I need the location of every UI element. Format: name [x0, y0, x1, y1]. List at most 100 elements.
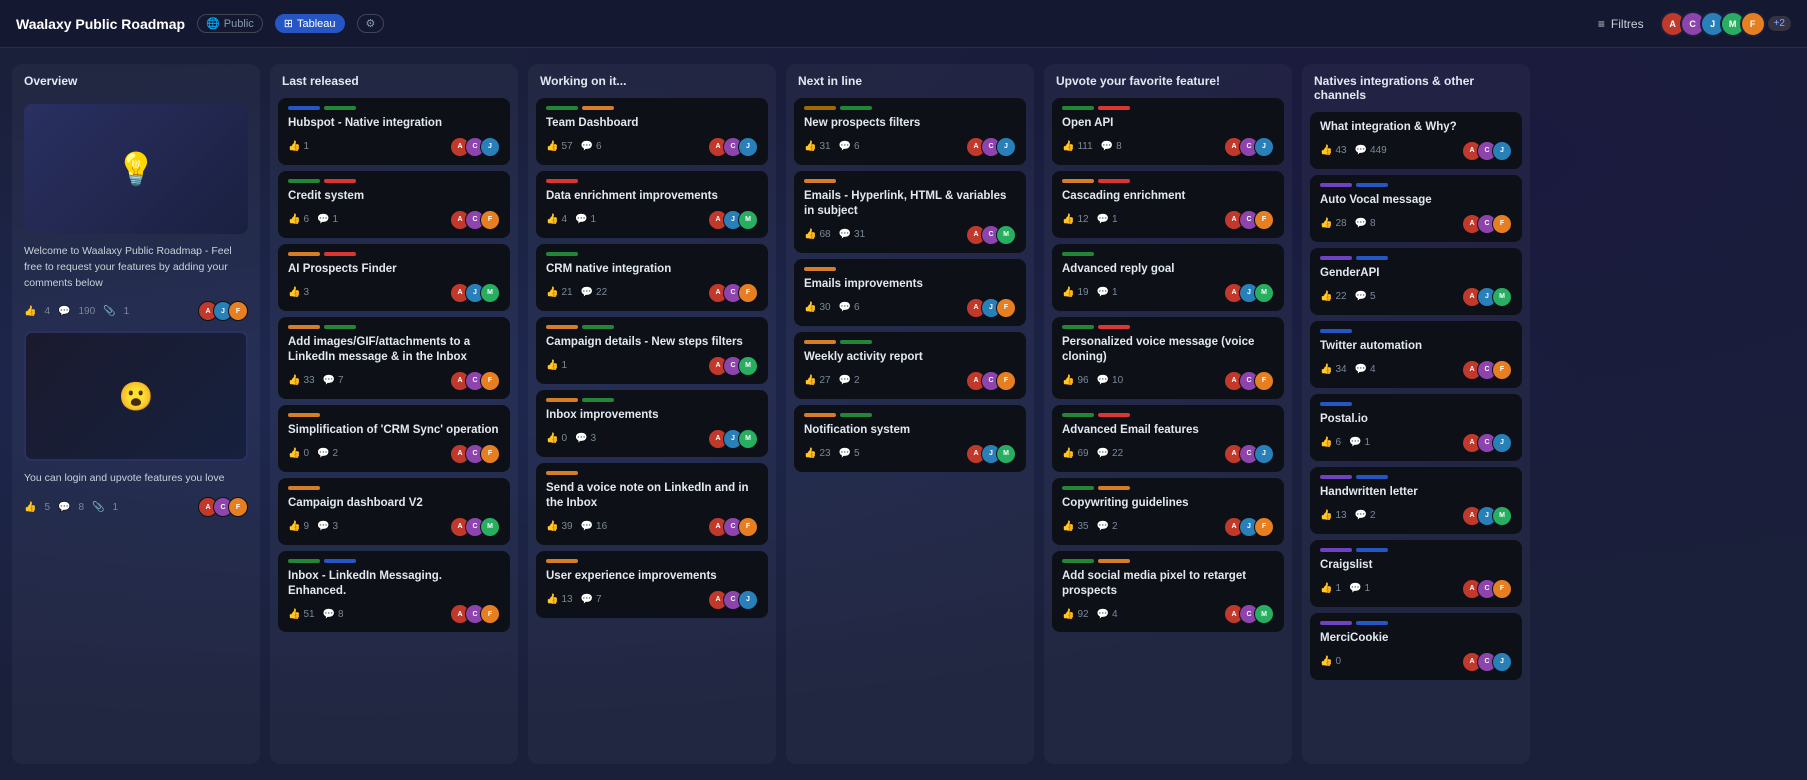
- card-avatar-2: J: [738, 137, 758, 157]
- view-tableau-badge[interactable]: ⊞ Tableau: [275, 14, 345, 33]
- card-footer: 👍68💬31ACM: [804, 225, 1016, 245]
- card-title: Copywriting guidelines: [1062, 496, 1274, 511]
- card-tags: [288, 559, 500, 563]
- card-0-3[interactable]: Add images/GIF/attachments to a LinkedIn…: [278, 317, 510, 399]
- card-1-1[interactable]: Data enrichment improvements👍4💬1AJM: [536, 171, 768, 238]
- card-0-6[interactable]: Inbox - LinkedIn Messaging. Enhanced.👍51…: [278, 551, 510, 633]
- comment-count: 💬8: [1355, 218, 1376, 229]
- view-public-badge[interactable]: 🌐 Public: [197, 14, 263, 33]
- card-2-1[interactable]: Emails - Hyperlink, HTML & variables in …: [794, 171, 1026, 253]
- comment-count: 💬5: [1355, 291, 1376, 302]
- card-0-0[interactable]: Hubspot - Native integration👍1ACJ: [278, 98, 510, 165]
- card-tags: [1062, 486, 1274, 490]
- tag-orange: [1098, 486, 1130, 490]
- card-avatar-2: F: [996, 371, 1016, 391]
- tag-orange: [546, 471, 578, 475]
- like-icon: 👍: [1062, 141, 1074, 152]
- card-footer: 👍111💬8ACJ: [1062, 137, 1274, 157]
- card-1-4[interactable]: Inbox improvements👍0💬3AJM: [536, 390, 768, 457]
- card-2-4[interactable]: Notification system👍23💬5AJM: [794, 405, 1026, 472]
- card-meta: 👍0💬3: [546, 433, 596, 444]
- card-tags: [546, 179, 758, 183]
- card-avatar-2: M: [1254, 604, 1274, 624]
- like-count: 👍4: [546, 214, 567, 225]
- card-2-3[interactable]: Weekly activity report👍27💬2ACF: [794, 332, 1026, 399]
- comment-icon: 💬: [1355, 218, 1367, 229]
- card-1-3[interactable]: Campaign details - New steps filters👍1AC…: [536, 317, 768, 384]
- like-count: 👍6: [1320, 437, 1341, 448]
- card-footer: 👍1ACM: [546, 356, 758, 376]
- card-title: What integration & Why?: [1320, 120, 1512, 135]
- card-0-2[interactable]: AI Prospects Finder👍3AJM: [278, 244, 510, 311]
- card-1-2[interactable]: CRM native integration👍21💬22ACF: [536, 244, 768, 311]
- like-count: 👍12: [1062, 214, 1089, 225]
- card-avatar-2: M: [738, 210, 758, 230]
- card-0-1[interactable]: Credit system👍6💬1ACF: [278, 171, 510, 238]
- card-3-1[interactable]: Cascading enrichment👍12💬1ACF: [1052, 171, 1284, 238]
- card-3-3[interactable]: Personalized voice message (voice clonin…: [1052, 317, 1284, 399]
- card-1-5[interactable]: Send a voice note on LinkedIn and in the…: [536, 463, 768, 545]
- tag-blue: [288, 106, 320, 110]
- card-footer: 👍35💬2AJF: [1062, 517, 1274, 537]
- card-3-0[interactable]: Open API👍111💬8ACJ: [1052, 98, 1284, 165]
- like-icon: 👍: [546, 141, 558, 152]
- like-icon: 👍: [1320, 437, 1332, 448]
- like-count: 👍111: [1062, 141, 1093, 152]
- card-3-4[interactable]: Advanced Email features👍69💬22ACJ: [1052, 405, 1284, 472]
- card-3-6[interactable]: Add social media pixel to retarget prosp…: [1052, 551, 1284, 633]
- like-count: 👍39: [546, 521, 573, 532]
- card-1-0[interactable]: Team Dashboard👍57💬6ACJ: [536, 98, 768, 165]
- card-avatars: ACM: [1224, 604, 1274, 624]
- like-count: 👍33: [288, 375, 315, 386]
- card-4-4[interactable]: Postal.io👍6💬1ACJ: [1310, 394, 1522, 461]
- card-title: Handwritten letter: [1320, 485, 1512, 500]
- card-avatar-2: F: [1254, 371, 1274, 391]
- card-0-5[interactable]: Campaign dashboard V2👍9💬3ACM: [278, 478, 510, 545]
- card-footer: 👍92💬4ACM: [1062, 604, 1274, 624]
- comment-icon: 💬: [1355, 291, 1367, 302]
- tag-purple: [1320, 548, 1352, 552]
- card-4-7[interactable]: MerciCookie👍0ACJ: [1310, 613, 1522, 680]
- card-avatars: ACF: [1462, 214, 1512, 234]
- card-2-2[interactable]: Emails improvements👍30💬6AJF: [794, 259, 1026, 326]
- card-meta: 👍0💬2: [288, 448, 338, 459]
- avatar-group-header: A C J M F +2: [1660, 11, 1791, 37]
- card-tags: [1062, 252, 1274, 256]
- card-avatar-2: M: [480, 283, 500, 303]
- tag-blue: [1356, 621, 1388, 625]
- card-avatars: AJM: [1462, 287, 1512, 307]
- comment-icon: 💬: [839, 141, 851, 152]
- card-avatar-2: M: [996, 444, 1016, 464]
- card-tags: [1320, 548, 1512, 552]
- filter-button[interactable]: ≡ Filtres: [1590, 13, 1652, 35]
- card-4-2[interactable]: GenderAPI👍22💬5AJM: [1310, 248, 1522, 315]
- column-next-in-line: Next in lineNew prospects filters👍31💬6AC…: [786, 64, 1034, 764]
- card-1-6[interactable]: User experience improvements👍13💬7ACJ: [536, 551, 768, 618]
- card-4-1[interactable]: Auto Vocal message👍28💬8ACF: [1310, 175, 1522, 242]
- customize-button[interactable]: ⚙: [357, 14, 385, 33]
- tag-blue: [324, 559, 356, 563]
- like-count: 👍3: [288, 287, 309, 298]
- card-footer: 👍1ACJ: [288, 137, 500, 157]
- card-0-4[interactable]: Simplification of 'CRM Sync' operation👍0…: [278, 405, 510, 472]
- card-3-2[interactable]: Advanced reply goal👍19💬1AJM: [1052, 244, 1284, 311]
- card-avatars: ACM: [708, 356, 758, 376]
- card-3-5[interactable]: Copywriting guidelines 👍35💬2AJF: [1052, 478, 1284, 545]
- col-body-natives: What integration & Why?👍43💬449ACJAuto Vo…: [1302, 108, 1530, 764]
- card-tags: [546, 106, 758, 110]
- card-title: New prospects filters: [804, 116, 1016, 131]
- card-2-0[interactable]: New prospects filters👍31💬6ACJ: [794, 98, 1026, 165]
- like-icon: 👍: [288, 287, 300, 298]
- like-icon: 👍: [288, 609, 300, 620]
- card-4-3[interactable]: Twitter automation👍34💬4ACF: [1310, 321, 1522, 388]
- card-4-0[interactable]: What integration & Why?👍43💬449ACJ: [1310, 112, 1522, 169]
- card-4-6[interactable]: Craigslist👍1💬1ACF: [1310, 540, 1522, 607]
- card-title: GenderAPI: [1320, 266, 1512, 281]
- card-4-5[interactable]: Handwritten letter👍13💬2AJM: [1310, 467, 1522, 534]
- comment-icon: 💬: [323, 375, 335, 386]
- comment-count: 💬10: [1097, 375, 1124, 386]
- comment-count: 💬2: [839, 375, 860, 386]
- tag-blue: [1356, 256, 1388, 260]
- tag-green: [288, 559, 320, 563]
- card-avatar-2: F: [1254, 517, 1274, 537]
